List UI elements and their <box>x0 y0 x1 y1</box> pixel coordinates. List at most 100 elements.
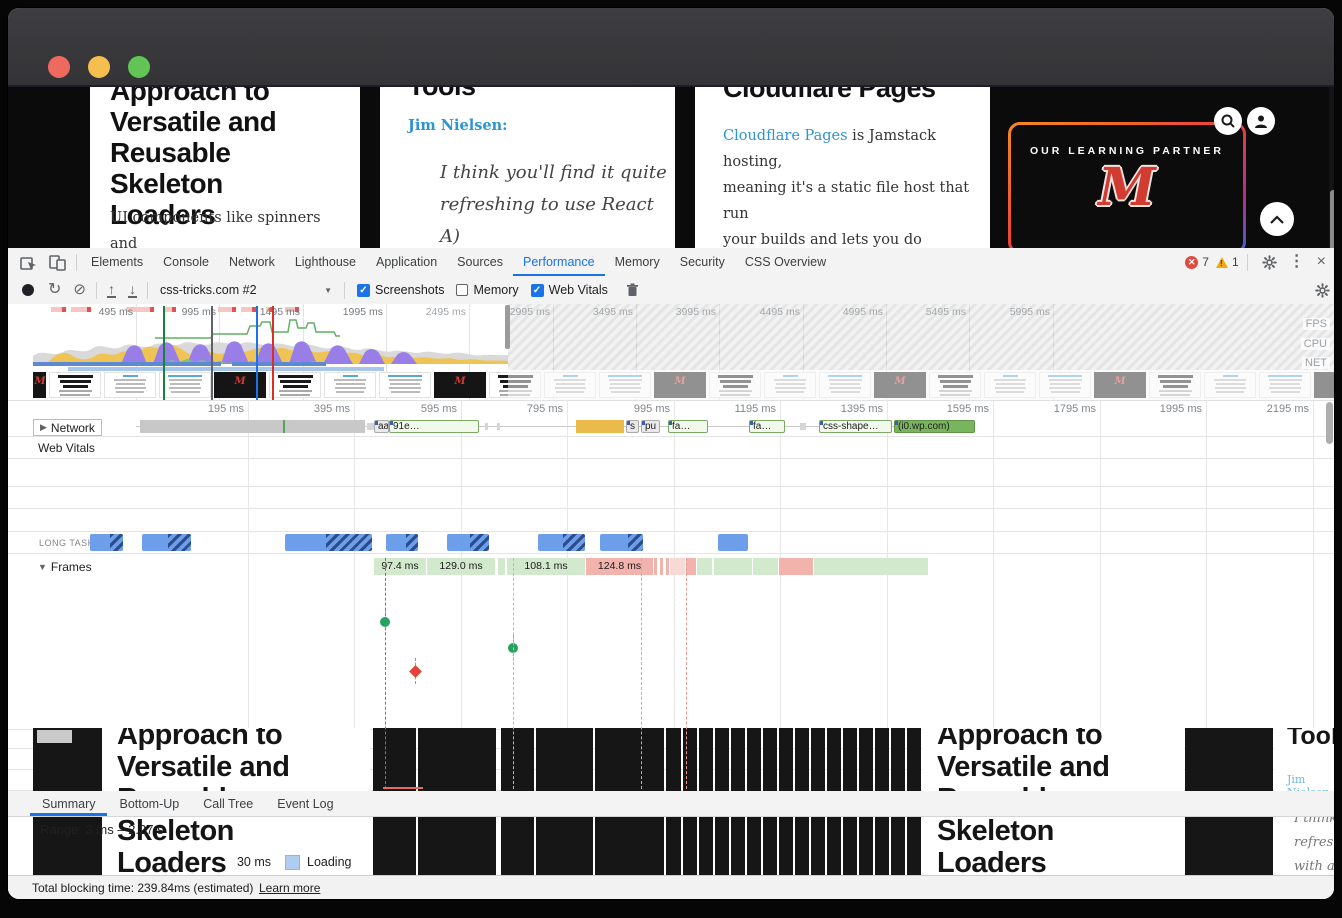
frame-duration-cell[interactable] <box>669 558 685 575</box>
network-request-chip[interactable]: (i0.wp.com) <box>894 420 975 433</box>
tab-performance[interactable]: Performance <box>513 249 605 276</box>
garbage-collect-icon[interactable] <box>626 283 639 297</box>
network-request-bar[interactable] <box>497 423 500 430</box>
long-task-bar[interactable] <box>600 534 643 551</box>
long-task-bar[interactable] <box>386 534 418 551</box>
network-request-chip[interactable]: css-shape… <box>819 420 892 433</box>
network-request-bar[interactable] <box>140 420 365 433</box>
article-title[interactable]: Tools <box>408 87 476 101</box>
network-request-bar[interactable] <box>800 423 806 430</box>
learn-more-link[interactable]: Learn more <box>259 881 320 895</box>
legend-label: Loading <box>307 855 352 869</box>
filmstrip-thumbnail[interactable] <box>159 372 211 398</box>
account-button[interactable] <box>1247 107 1275 135</box>
checkbox-web-vitals[interactable]: ✓Web Vitals <box>531 283 608 297</box>
drawer-tab-call-tree[interactable]: Call Tree <box>191 792 265 816</box>
page-scrollbar-thumb[interactable] <box>1330 190 1334 250</box>
network-request-bar[interactable] <box>485 423 488 430</box>
search-button[interactable] <box>1214 107 1242 135</box>
recording-select[interactable]: css-tricks.com #2 ▼ <box>160 283 332 297</box>
tab-elements[interactable]: Elements <box>81 249 153 276</box>
frame-duration-cell[interactable] <box>653 558 657 575</box>
long-task-bar[interactable] <box>90 534 123 551</box>
timeline-ruler-label: 995 ms <box>612 403 670 415</box>
network-request-chip[interactable]: aa <box>374 420 389 433</box>
drawer-tab-event-log[interactable]: Event Log <box>265 792 345 816</box>
frame-duration-cell[interactable] <box>813 558 928 575</box>
devtools-scrollbar-thumb[interactable] <box>1326 402 1333 444</box>
filmstrip-thumbnail[interactable] <box>379 372 431 398</box>
long-task-bar[interactable] <box>142 534 191 551</box>
device-toolbar-icon[interactable] <box>49 254 66 271</box>
frame-duration-cell[interactable] <box>659 558 663 575</box>
frames-track-header[interactable]: ▼Frames <box>38 560 92 574</box>
drawer-tab-bottom-up[interactable]: Bottom-Up <box>107 792 191 816</box>
network-request-chip[interactable]: fa… <box>668 420 708 433</box>
console-errors-badge[interactable]: ✕ 7 ! 1 <box>1185 255 1238 269</box>
clear-recording-icon[interactable]: ⊘ <box>73 283 86 297</box>
network-request-chip[interactable]: 91e… <box>389 420 479 433</box>
frame-duration-cell[interactable] <box>497 558 505 575</box>
network-request-chip[interactable]: pu <box>641 420 660 433</box>
learning-partner-ad[interactable]: OUR LEARNING PARTNER M Frontend Masters <box>1008 122 1246 250</box>
tab-application[interactable]: Application <box>366 249 447 276</box>
network-request-bar[interactable] <box>576 420 624 433</box>
save-profile-icon[interactable]: ↓ <box>128 282 137 298</box>
long-task-bar[interactable] <box>538 534 585 551</box>
frame-duration-cell[interactable]: 108.1 ms <box>506 558 585 575</box>
timing-event-guide-line <box>513 558 514 789</box>
tab-console[interactable]: Console <box>153 249 219 276</box>
overview-ruler-label: 3995 ms <box>658 306 716 318</box>
long-task-bar[interactable] <box>447 534 489 551</box>
article-byline-link[interactable]: Jim Nielsen: <box>408 117 508 134</box>
inspect-element-icon[interactable] <box>20 254 37 271</box>
frame-duration-cell[interactable]: 124.8 ms <box>585 558 653 575</box>
checkbox-memory[interactable]: Memory <box>456 283 518 297</box>
minimize-traffic-light[interactable] <box>88 56 110 78</box>
mini-text-line <box>391 391 420 393</box>
network-request-chip[interactable]: fa… <box>749 420 785 433</box>
tab-memory[interactable]: Memory <box>605 249 670 276</box>
maximize-traffic-light[interactable] <box>128 56 150 78</box>
tab-css-overview[interactable]: CSS Overview <box>735 249 836 276</box>
drawer-tab-summary[interactable]: Summary <box>30 792 107 816</box>
cloudflare-pages-link[interactable]: Cloudflare Pages <box>723 128 848 144</box>
filmstrip-thumbnail[interactable] <box>324 372 376 398</box>
capture-settings-gear-icon[interactable] <box>1315 283 1330 298</box>
settings-gear-icon[interactable] <box>1262 255 1277 270</box>
article-title[interactable]: Cloudflare Pages <box>723 87 936 103</box>
tab-sources[interactable]: Sources <box>447 249 513 276</box>
kebab-menu-icon[interactable]: ⋮ <box>1289 255 1305 269</box>
record-icon[interactable] <box>22 284 34 296</box>
frame-duration-cell[interactable]: 97.4 ms <box>373 558 426 575</box>
timeline-overview[interactable]: MMMMMMM495 ms995 ms1495 ms1995 ms2495 ms… <box>8 304 1334 401</box>
network-track-header[interactable]: ▶Network <box>33 419 102 436</box>
filmstrip-thumbnail[interactable] <box>269 372 321 398</box>
filmstrip-thumbnail[interactable]: M <box>33 372 46 398</box>
long-task-bar[interactable] <box>285 534 372 551</box>
tab-security[interactable]: Security <box>670 249 735 276</box>
close-devtools-icon[interactable]: × <box>1317 255 1326 269</box>
scroll-to-top-button[interactable] <box>1260 202 1294 236</box>
unchecked-checkbox-icon <box>456 284 468 296</box>
checkbox-screenshots[interactable]: ✓Screenshots <box>357 283 444 297</box>
filmstrip-thumbnail[interactable] <box>49 372 101 398</box>
filmstrip-thumbnail[interactable] <box>104 372 156 398</box>
frame-duration-cell[interactable] <box>696 558 712 575</box>
frame-duration-cell[interactable] <box>713 558 752 575</box>
long-task-bar[interactable] <box>718 534 748 551</box>
network-request-chip[interactable]: s <box>626 420 639 433</box>
network-request-bar[interactable] <box>367 423 374 430</box>
close-traffic-light[interactable] <box>48 56 70 78</box>
load-profile-icon[interactable]: ↑ <box>107 282 116 298</box>
overview-ruler-label: 4495 ms <box>742 306 800 318</box>
web-vitals-poor-marker[interactable] <box>409 665 422 678</box>
filmstrip-thumbnail[interactable]: M <box>434 372 486 398</box>
frame-duration-cell[interactable] <box>778 558 813 575</box>
filmstrip-thumbnail[interactable]: M <box>214 372 266 398</box>
frame-duration-cell[interactable] <box>752 558 778 575</box>
reload-and-record-icon[interactable]: ↻ <box>48 283 61 297</box>
frame-duration-cell[interactable]: 129.0 ms <box>426 558 495 575</box>
tab-lighthouse[interactable]: Lighthouse <box>285 249 366 276</box>
tab-network[interactable]: Network <box>219 249 285 276</box>
